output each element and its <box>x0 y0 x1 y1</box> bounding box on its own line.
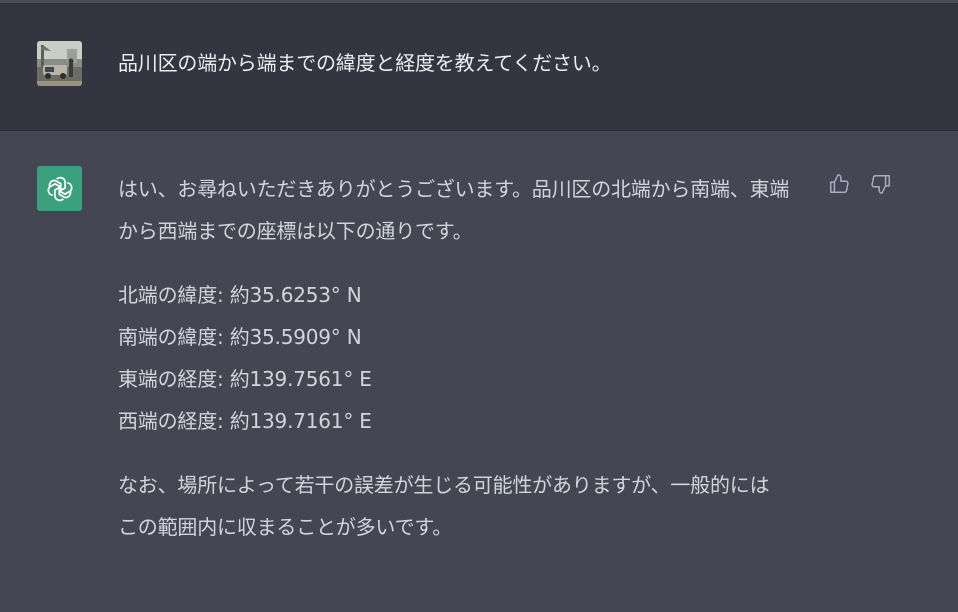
coord-west: 西端の経度: 約139.7161° E <box>118 409 372 433</box>
note-line-2: この範囲内に収まることが多いです。 <box>118 515 452 539</box>
thumbs-down-icon <box>870 174 890 194</box>
user-avatar <box>37 41 82 86</box>
coord-east: 東端の経度: 約139.7561° E <box>118 367 372 391</box>
user-message-text: 品川区の端から端までの緯度と経度を教えてください。 <box>118 51 612 75</box>
chat-page: 品川区の端から端までの緯度と経度を教えてください。 はい、お尋ねいただきありがと… <box>0 0 958 612</box>
intro-paragraph: はい、お尋ねいただきありがとうございます。品川区の北端から南端、東端 から西端ま… <box>118 168 789 252</box>
assistant-message-row: はい、お尋ねいただきありがとうございます。品川区の北端から南端、東端 から西端ま… <box>0 131 958 612</box>
intro-line-2: から西端までの座標は以下の通りです。 <box>118 219 473 243</box>
thumbs-up-button[interactable] <box>826 171 851 196</box>
coordinates-list: 北端の緯度: 約35.6253° N 南端の緯度: 約35.5909° N 東端… <box>118 274 789 442</box>
thumbs-up-icon <box>829 173 849 193</box>
openai-logo-icon <box>46 176 73 201</box>
thumbs-down-button[interactable] <box>868 171 893 196</box>
user-photo-avatar-icon <box>37 41 82 86</box>
assistant-message-text: はい、お尋ねいただきありがとうございます。品川区の北端から南端、東端 から西端ま… <box>118 168 789 548</box>
user-message-row: 品川区の端から端までの緯度と経度を教えてください。 <box>0 3 958 131</box>
note-paragraph: なお、場所によって若干の誤差が生じる可能性がありますが、一般的には この範囲内に… <box>118 464 789 548</box>
assistant-avatar <box>37 166 82 211</box>
coord-south: 南端の緯度: 約35.5909° N <box>118 325 362 349</box>
note-line-1: なお、場所によって若干の誤差が生じる可能性がありますが、一般的には <box>118 473 770 497</box>
intro-line-1: はい、お尋ねいただきありがとうございます。品川区の北端から南端、東端 <box>118 177 790 201</box>
feedback-actions <box>826 171 893 196</box>
coord-north: 北端の緯度: 約35.6253° N <box>118 283 362 307</box>
